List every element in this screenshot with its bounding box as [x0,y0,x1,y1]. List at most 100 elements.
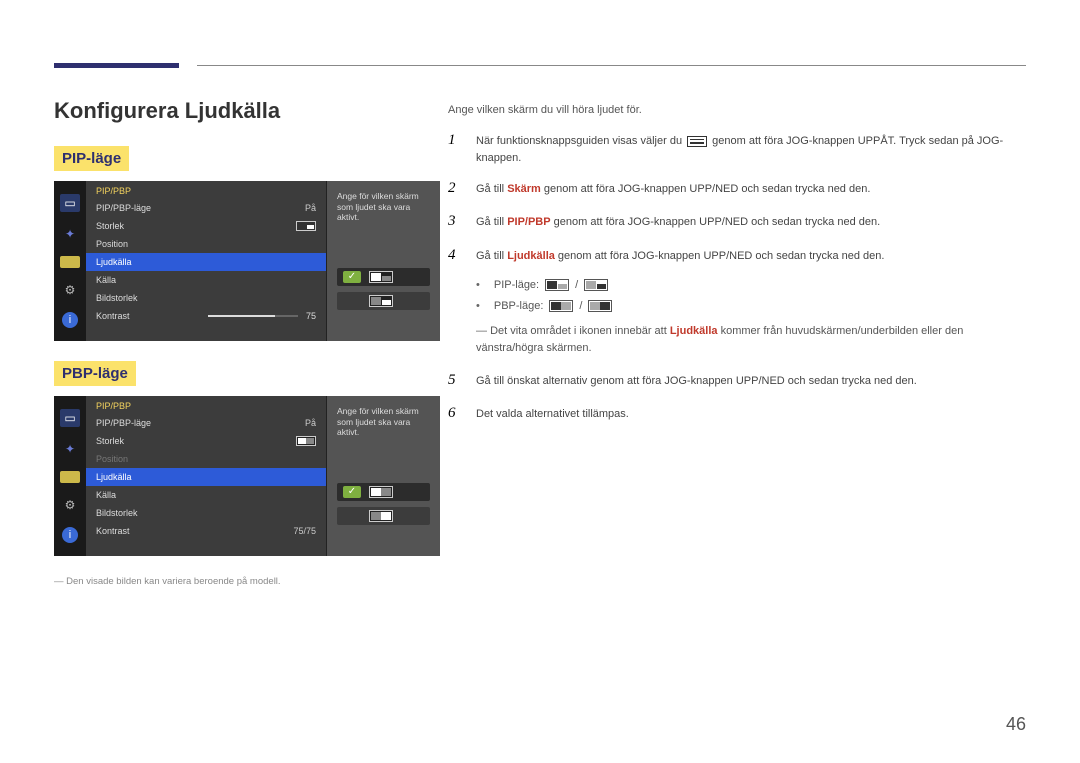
text-frag: genom att föra JOG-knappen UPP/NED och s… [541,183,871,195]
menu-row-position-disabled: Position [86,450,326,468]
step-text: När funktionsknappsguiden visas väljer d… [476,133,1026,167]
emphasis-pippbp: PIP/PBP [507,216,550,228]
legend-label: PBP-läge: [494,298,544,315]
preview-help-text: Ange för vilken skärm som ljudet ska var… [337,406,430,438]
text-frag: Gå till [476,216,507,228]
preview-option-alt [337,507,430,525]
menu-row-kalla: Källa [86,271,326,289]
emphasis-skarm: Skärm [507,183,541,195]
pip-variant-b-icon [584,279,608,291]
osd-preview-pbp: Ange för vilken skärm som ljudet ska var… [326,396,440,556]
check-icon: ✓ [343,486,361,498]
page-title: Konfigurera Ljudkälla [54,98,440,124]
step-text: Gå till önskat alternativ genom att föra… [476,373,1026,390]
legend-pbp: PBP-läge: / [476,298,1026,315]
step-3: 3 Gå till PIP/PBP genom att föra JOG-kna… [448,210,1026,233]
emphasis-ljudkalla: Ljudkälla [507,250,555,262]
pbp-variant-a-icon [549,300,573,312]
osd-menu-header: PIP/PBP [86,396,326,414]
text-frag: Det vita området i ikonen innebär att [490,325,670,337]
step-4: 4 Gå till Ljudkälla genom att föra JOG-k… [448,244,1026,267]
right-column: Ange vilken skärm du vill höra ljudet fö… [448,102,1026,436]
menu-label: Kontrast [96,311,130,321]
step-text: Det valda alternativet tillämpas. [476,406,1026,423]
preview-option-selected: ✓ [337,483,430,501]
menu-label: Bildstorlek [96,508,138,518]
osd-sidebar: ▭ ✦ ⚙ i [54,181,86,341]
text-frag: Gå till [476,250,507,262]
pip-option-sub-icon [369,295,393,307]
menu-row-mode: PIP/PBP-läge På [86,199,326,217]
pip-option-main-icon [369,271,393,283]
menu-row-storlek: Storlek [86,432,326,450]
menu-row-position: Position [86,235,326,253]
tag-icon [60,256,80,268]
step-text: Gå till Ljudkälla genom att föra JOG-kna… [476,248,1026,265]
icon-legend: PIP-läge: / PBP-läge: / [476,277,1026,315]
menu-label: Källa [96,275,116,285]
menu-glyph-icon [687,136,707,147]
pbp-option-left-icon [369,486,393,498]
menu-row-kontrast: Kontrast 75 [86,307,326,325]
left-column: Konfigurera Ljudkälla PIP-läge ▭ ✦ ⚙ i P… [54,98,440,587]
step-text: Gå till PIP/PBP genom att föra JOG-knapp… [476,214,1026,231]
page-number: 46 [1006,714,1026,735]
menu-label: Position [96,239,128,249]
header-accent-bar [54,63,179,68]
legend-pip: PIP-läge: / [476,277,1026,294]
menu-label: Storlek [96,221,124,231]
intro-text: Ange vilken skärm du vill höra ljudet fö… [448,102,1026,119]
menu-row-kalla: Källa [86,486,326,504]
menu-row-storlek: Storlek [86,217,326,235]
step-number: 2 [448,177,462,200]
preview-option-alt [337,292,430,310]
text-frag: genom att föra JOG-knappen UPP/NED och s… [555,250,885,262]
emphasis-ljudkalla: Ljudkälla [670,325,718,337]
menu-row-bildstorlek: Bildstorlek [86,504,326,522]
gear-icon: ⚙ [60,281,80,299]
menu-label: Ljudkälla [96,472,132,482]
text-frag: genom att föra JOG-knappen UPP/NED och s… [551,216,881,228]
pbp-variant-b-icon [588,300,612,312]
model-variation-note: Den visade bilden kan variera beroende p… [54,576,440,587]
step-text: Gå till Skärm genom att föra JOG-knappen… [476,181,1026,198]
kontrast-value: 75 [306,311,316,321]
menu-row-bildstorlek: Bildstorlek [86,289,326,307]
preview-help-text: Ange för vilken skärm som ljudet ska var… [337,191,430,223]
pbp-option-right-icon [369,510,393,522]
gear-icon: ⚙ [60,496,80,514]
osd-pbp-screenshot: ▭ ✦ ⚙ i PIP/PBP PIP/PBP-läge På Storlek … [54,396,440,556]
nav-cross-icon: ✦ [60,225,80,243]
menu-label: Källa [96,490,116,500]
menu-row-kontrast: Kontrast 75/75 [86,522,326,540]
osd-pip-screenshot: ▭ ✦ ⚙ i PIP/PBP PIP/PBP-läge På Storlek … [54,181,440,341]
menu-label: Bildstorlek [96,293,138,303]
info-icon: i [62,527,78,543]
menu-value: På [305,203,316,213]
step-number: 5 [448,369,462,392]
menu-value: På [305,418,316,428]
osd-sidebar: ▭ ✦ ⚙ i [54,396,86,556]
osd-menu-pbp: PIP/PBP PIP/PBP-läge På Storlek Position… [86,396,326,556]
pbp-mode-heading: PBP-läge [54,361,136,386]
menu-row-mode: PIP/PBP-läge På [86,414,326,432]
menu-label: Storlek [96,436,124,446]
step-number: 4 [448,244,462,267]
step-1: 1 När funktionsknappsguiden visas väljer… [448,129,1026,167]
preview-option-selected: ✓ [337,268,430,286]
osd-menu-pip: PIP/PBP PIP/PBP-läge På Storlek Position… [86,181,326,341]
info-icon: i [62,312,78,328]
pip-size-icon [296,221,316,231]
menu-label: Kontrast [96,526,130,536]
menu-label: Position [96,454,128,464]
menu-row-ljudkalla: Ljudkälla [86,253,326,271]
monitor-icon: ▭ [60,194,80,212]
menu-row-ljudkalla: Ljudkälla [86,468,326,486]
osd-preview-pip: Ange för vilken skärm som ljudet ska var… [326,181,440,341]
step-6: 6 Det valda alternativet tillämpas. [448,402,1026,425]
pbp-size-icon [296,436,316,446]
step-number: 6 [448,402,462,425]
nav-cross-icon: ✦ [60,440,80,458]
white-area-note: Det vita området i ikonen innebär att Lj… [476,323,1026,357]
header-rule [197,65,1026,66]
